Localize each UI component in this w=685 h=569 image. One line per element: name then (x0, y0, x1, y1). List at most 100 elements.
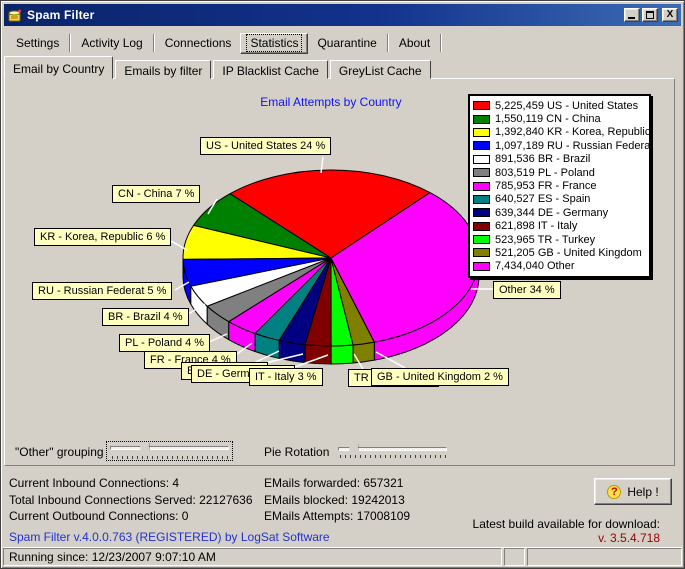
status-panel-3 (527, 548, 682, 566)
tab-label: About (399, 36, 430, 50)
legend-label: 5,225,459 US - United States (495, 100, 638, 112)
statistics-subtabbar: Email by Country Emails by filter IP Black… (4, 56, 433, 79)
titlebar: Spam Filter X (4, 4, 681, 26)
minimize-button[interactable] (624, 8, 640, 22)
legend-swatch (473, 195, 490, 204)
subtab-label: GreyList Cache (339, 64, 422, 78)
legend-label: 785,953 FR - France (495, 180, 597, 192)
maximize-button[interactable] (642, 8, 658, 22)
legend-item: 785,953 FR - France (473, 179, 646, 192)
status-panel-2 (504, 548, 525, 566)
subtab-label: Emails by filter (124, 64, 202, 78)
legend-label: 640,527 ES - Spain (495, 193, 590, 205)
tab-label: Activity Log (81, 36, 142, 50)
close-icon: X (667, 10, 674, 20)
pie-callout-it: IT - Italy 3 % (249, 368, 323, 386)
spam-filter-window: Spam Filter X Settings Activity Log Connec… (0, 0, 685, 569)
legend-swatch (473, 248, 490, 257)
latest-build-text: Latest build available for download: (473, 517, 660, 531)
legend-item: 1,392,840 KR - Korea, Republic (473, 126, 646, 139)
legend-swatch (473, 155, 490, 164)
tab-separator (153, 34, 155, 52)
pie-callout-other: Other 34 % (493, 281, 561, 299)
legend-swatch (473, 182, 490, 191)
legend-label: 891,536 BR - Brazil (495, 153, 590, 165)
pie-callout-kr: KR - Korea, Republic 6 % (34, 228, 171, 246)
tab-activity-log[interactable]: Activity Log (72, 33, 151, 54)
stat-line: EMails Attempts: 17008109 (264, 508, 410, 525)
other-grouping-slider[interactable] (107, 442, 232, 460)
legend-item: 891,536 BR - Brazil (473, 153, 646, 166)
legend-label: 1,550,119 CN - China (495, 113, 601, 125)
legend-item: 7,434,040 Other (473, 260, 646, 273)
minimize-icon (628, 17, 635, 19)
latest-build-info: Latest build available for download: v. … (473, 517, 660, 545)
pie-callout-br: BR - Brazil 4 % (102, 308, 189, 326)
tab-separator (387, 34, 389, 52)
subtab-ip-blacklist-cache[interactable]: IP Blacklist Cache (213, 60, 328, 79)
help-button[interactable]: ? Help ! (594, 478, 672, 505)
app-icon (7, 7, 23, 23)
main-tabbar: Settings Activity Log Connections Statistic… (7, 31, 443, 55)
legend-label: 621,898 IT - Italy (495, 220, 577, 232)
tab-separator (69, 34, 71, 52)
stats-inbound-column: Current Inbound Connections: 4Total Inbo… (9, 475, 253, 525)
tab-connections[interactable]: Connections (156, 33, 241, 54)
tab-statistics[interactable]: Statistics (240, 33, 308, 54)
subtab-label: IP Blacklist Cache (222, 64, 319, 78)
question-icon: ? (607, 485, 621, 499)
pie-rotation-slider[interactable] (335, 443, 450, 459)
tab-label: Settings (16, 36, 59, 50)
tab-label: Statistics (247, 35, 301, 51)
stat-line: Current Inbound Connections: 4 (9, 475, 253, 492)
registered-version-link[interactable]: Spam Filter v.4.0.0.763 (REGISTERED) by … (9, 530, 330, 544)
chart-legend: 5,225,459 US - United States1,550,119 CN… (468, 94, 651, 278)
legend-swatch (473, 141, 490, 150)
legend-label: 523,965 TR - Turkey (495, 234, 595, 246)
help-button-label: Help ! (627, 485, 658, 499)
legend-swatch (473, 222, 490, 231)
tab-settings[interactable]: Settings (7, 33, 68, 54)
pie-rotation-label: Pie Rotation (264, 445, 329, 459)
subtab-greylist-cache[interactable]: GreyList Cache (330, 60, 431, 79)
maximize-icon (646, 11, 654, 19)
pie-callout-ru: RU - Russian Federat 5 % (32, 282, 172, 300)
subtab-label: Email by Country (13, 62, 104, 76)
stat-line: Total Inbound Connections Served: 221276… (9, 492, 253, 509)
legend-label: 803,519 PL - Poland (495, 167, 595, 179)
legend-item: 521,205 GB - United Kingdom (473, 246, 646, 259)
tab-label: Connections (165, 36, 232, 50)
pie-callout-cn: CN - China 7 % (112, 185, 200, 203)
pie-callout-gb: GB - United Kingdom 2 % (371, 368, 509, 386)
pie-callout-pl: PL - Poland 4 % (119, 334, 210, 352)
legend-item: 639,344 DE - Germany (473, 206, 646, 219)
other-grouping-label: "Other" grouping (15, 445, 104, 459)
close-button[interactable]: X (662, 8, 678, 22)
running-since-text: Running since: 12/23/2007 9:07:10 AM (9, 550, 216, 564)
latest-build-version: v. 3.5.4.718 (473, 531, 660, 545)
legend-swatch (473, 168, 490, 177)
stat-line: EMails forwarded: 657321 (264, 475, 410, 492)
slider-ticks (112, 456, 228, 459)
slider-thumb[interactable] (140, 442, 149, 455)
status-bar: Running since: 12/23/2007 9:07:10 AM (3, 547, 682, 566)
stats-emails-column: EMails forwarded: 657321EMails blocked: … (264, 475, 410, 525)
chart-title: Email Attempts by Country (231, 95, 431, 109)
legend-item: 1,550,119 CN - China (473, 112, 646, 125)
subtab-email-by-country[interactable]: Email by Country (4, 56, 113, 79)
legend-label: 1,097,189 RU - Russian Federat (495, 140, 651, 152)
tab-quarantine[interactable]: Quarantine (308, 33, 385, 54)
legend-swatch (473, 115, 490, 124)
tab-about[interactable]: About (390, 33, 439, 54)
legend-swatch (473, 262, 490, 271)
legend-label: 639,344 DE - Germany (495, 207, 608, 219)
legend-label: 1,392,840 KR - Korea, Republic (495, 126, 650, 138)
subtab-emails-by-filter[interactable]: Emails by filter (115, 60, 211, 79)
tab-separator (440, 34, 442, 52)
legend-item: 5,225,459 US - United States (473, 99, 646, 112)
legend-item: 621,898 IT - Italy (473, 220, 646, 233)
legend-swatch (473, 101, 490, 110)
window-title: Spam Filter (27, 8, 95, 22)
status-running-since: Running since: 12/23/2007 9:07:10 AM (3, 548, 502, 566)
legend-item: 803,519 PL - Poland (473, 166, 646, 179)
